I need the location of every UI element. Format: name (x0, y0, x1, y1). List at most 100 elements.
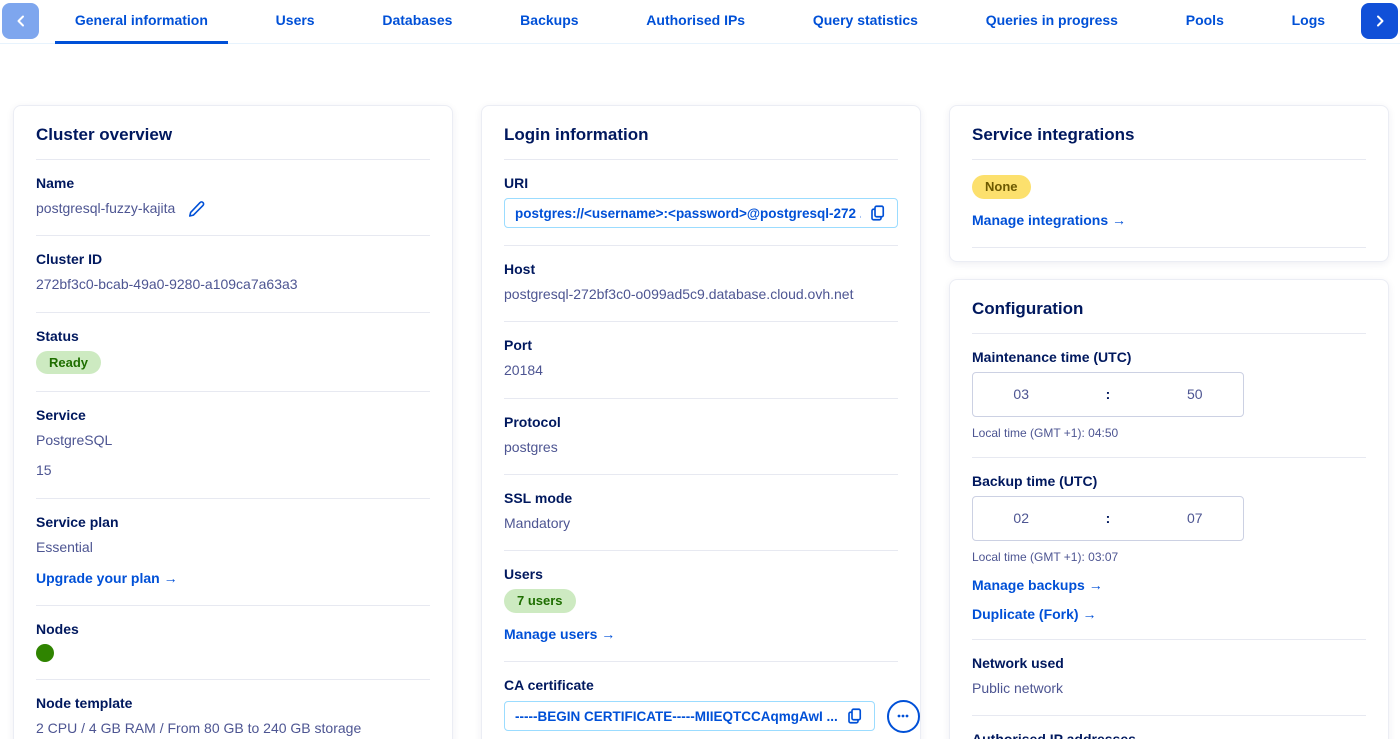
column-left: Cluster overview Name postgresql-fuzzy-k… (13, 105, 453, 739)
field-port: Port 20184 (504, 322, 898, 398)
field-node-template: Node template 2 CPU / 4 GB RAM / From 80… (36, 680, 430, 739)
network-used-label: Network used (972, 655, 1366, 671)
node-template-value: 2 CPU / 4 GB RAM / From 80 GB to 240 GB … (36, 718, 430, 738)
field-protocol: Protocol postgres (504, 399, 898, 475)
field-ssl-mode: SSL mode Mandatory (504, 475, 898, 551)
page: General information Users Databases Back… (0, 0, 1400, 739)
configuration-card: Configuration Maintenance time (UTC) 03 … (949, 279, 1389, 739)
field-host: Host postgresql-272bf3c0-o099ad5c9.datab… (504, 246, 898, 322)
service-version-value: 15 (36, 460, 430, 480)
column-middle: Login information URI postgres://<userna… (481, 105, 921, 739)
field-network-used: Network used Public network (972, 640, 1366, 716)
field-uri: URI postgres://<username>:<password>@pos… (504, 160, 898, 246)
field-users: Users 7 users Manage users → (504, 551, 898, 662)
host-label: Host (504, 261, 898, 277)
uri-value: postgres://<username>:<password>@postgre… (515, 206, 861, 221)
uri-box: postgres://<username>:<password>@postgre… (504, 198, 898, 228)
manage-backups-link[interactable]: Manage backups → (972, 577, 1366, 593)
maintenance-minute-field[interactable]: 50 (1183, 386, 1207, 402)
login-information-card: Login information URI postgres://<userna… (481, 105, 921, 739)
copy-icon (869, 204, 887, 222)
field-name: Name postgresql-fuzzy-kajita (36, 160, 430, 236)
node-template-label: Node template (36, 695, 430, 711)
service-label: Service (36, 407, 430, 423)
chevron-right-icon (1374, 15, 1386, 27)
port-value: 20184 (504, 360, 898, 380)
users-label: Users (504, 566, 898, 582)
maintenance-local-time-note: Local time (GMT +1): 04:50 (972, 426, 1366, 440)
protocol-value: postgres (504, 437, 898, 457)
service-integrations-card: Service integrations None Manage integra… (949, 105, 1389, 262)
service-plan-label: Service plan (36, 514, 430, 530)
tab-users[interactable]: Users (256, 0, 335, 44)
tab-pools[interactable]: Pools (1166, 0, 1244, 44)
copy-ca-certificate-button[interactable] (846, 707, 864, 725)
tab-query-statistics[interactable]: Query statistics (793, 0, 938, 44)
field-service: Service PostgreSQL 15 (36, 392, 430, 499)
network-used-value: Public network (972, 678, 1366, 698)
tab-queries-in-progress[interactable]: Queries in progress (966, 0, 1138, 44)
duplicate-fork-link[interactable]: Duplicate (Fork) → (972, 606, 1366, 622)
backup-hour-field[interactable]: 02 (1009, 510, 1033, 526)
backup-local-time-note: Local time (GMT +1): 03:07 (972, 550, 1366, 564)
service-plan-value: Essential (36, 537, 430, 557)
tab-databases[interactable]: Databases (362, 0, 472, 44)
field-maintenance-time: Maintenance time (UTC) 03 : 50 Local tim… (972, 334, 1366, 458)
tab-bar: General information Users Databases Back… (0, 0, 1400, 44)
tab-logs[interactable]: Logs (1272, 0, 1345, 44)
cluster-overview-card: Cluster overview Name postgresql-fuzzy-k… (13, 105, 453, 739)
name-value: postgresql-fuzzy-kajita (36, 198, 175, 218)
nodes-label: Nodes (36, 621, 430, 637)
chevron-left-icon (15, 15, 27, 27)
field-backup-time: Backup time (UTC) 02 : 07 Local time (GM… (972, 458, 1366, 640)
status-badge: Ready (36, 351, 101, 375)
ca-certificate-more-actions-button[interactable] (887, 700, 920, 733)
card-title-login-information: Login information (504, 106, 898, 160)
users-count-badge: 7 users (504, 589, 576, 613)
ssl-mode-value: Mandatory (504, 513, 898, 533)
field-cluster-id: Cluster ID 272bf3c0-bcab-49a0-9280-a109c… (36, 236, 430, 312)
ssl-mode-label: SSL mode (504, 490, 898, 506)
tab-authorised-ips[interactable]: Authorised IPs (626, 0, 765, 44)
column-right: Service integrations None Manage integra… (949, 105, 1389, 739)
status-label: Status (36, 328, 430, 344)
copy-uri-button[interactable] (869, 204, 887, 222)
manage-integrations-link[interactable]: Manage integrations → (972, 212, 1126, 228)
port-label: Port (504, 337, 898, 353)
tab-general-information[interactable]: General information (55, 0, 228, 44)
authorised-ips-label: Authorised IP addresses (972, 731, 1366, 739)
field-ca-certificate: CA certificate -----BEGIN CERTIFICATE---… (504, 662, 898, 739)
copy-icon (846, 707, 864, 725)
host-value: postgresql-272bf3c0-o099ad5c9.database.c… (504, 284, 898, 304)
field-authorised-ips: Authorised IP addresses (972, 716, 1366, 739)
maintenance-hour-field[interactable]: 03 (1009, 386, 1033, 402)
maintenance-time-input[interactable]: 03 : 50 (972, 372, 1244, 417)
name-label: Name (36, 175, 430, 191)
tabs-scroll-left-button[interactable] (2, 3, 39, 39)
field-integrations: None Manage integrations → (972, 160, 1366, 248)
card-title-cluster-overview: Cluster overview (36, 106, 430, 160)
ca-certificate-label: CA certificate (504, 677, 898, 693)
main-content: Cluster overview Name postgresql-fuzzy-k… (0, 44, 1400, 739)
ca-certificate-value: -----BEGIN CERTIFICATE-----MIIEQTCCAqmgA… (515, 709, 838, 724)
tabs-scroll-right-button[interactable] (1361, 3, 1398, 39)
manage-users-link[interactable]: Manage users → (504, 626, 615, 642)
protocol-label: Protocol (504, 414, 898, 430)
field-service-plan: Service plan Essential Upgrade your plan… (36, 499, 430, 606)
cluster-id-label: Cluster ID (36, 251, 430, 267)
field-status: Status Ready (36, 313, 430, 393)
integrations-none-badge: None (972, 175, 1031, 199)
node-status-dot-icon (36, 644, 54, 662)
edit-name-button[interactable] (187, 199, 206, 218)
backup-time-input[interactable]: 02 : 07 (972, 496, 1244, 541)
service-engine-value: PostgreSQL (36, 430, 430, 450)
cluster-id-value: 272bf3c0-bcab-49a0-9280-a109ca7a63a3 (36, 274, 430, 294)
tab-backups[interactable]: Backups (500, 0, 598, 44)
upgrade-plan-link[interactable]: Upgrade your plan → (36, 570, 178, 586)
time-separator: : (1106, 386, 1111, 402)
ca-certificate-box: -----BEGIN CERTIFICATE-----MIIEQTCCAqmgA… (504, 701, 875, 731)
maintenance-time-label: Maintenance time (UTC) (972, 349, 1366, 365)
backup-time-label: Backup time (UTC) (972, 473, 1366, 489)
pencil-icon (187, 199, 206, 218)
backup-minute-field[interactable]: 07 (1183, 510, 1207, 526)
